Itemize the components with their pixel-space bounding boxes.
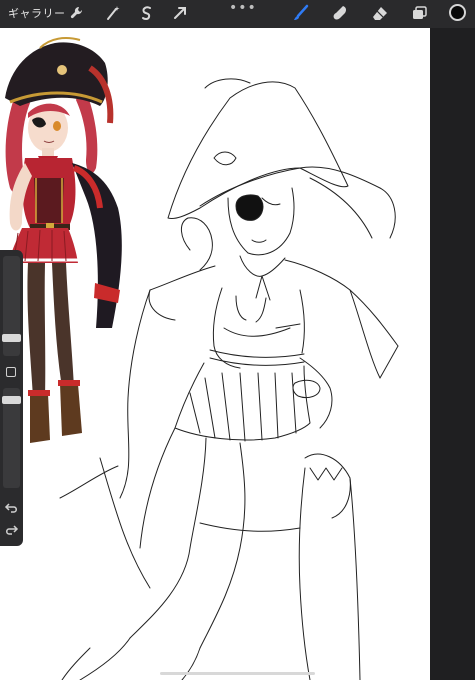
brush-size-slider[interactable] [2, 256, 21, 356]
opacity-slider[interactable] [2, 388, 21, 488]
gallery-button[interactable]: ギャラリー [8, 5, 66, 21]
undo-icon [4, 503, 17, 513]
transform-arrow-icon[interactable] [171, 4, 189, 22]
eraser-icon[interactable] [371, 4, 389, 22]
top-toolbar: ギャラリー ••• [0, 0, 475, 28]
selection-icon[interactable] [138, 4, 156, 22]
layers-icon[interactable] [410, 4, 428, 22]
color-picker-swatch[interactable] [449, 4, 466, 21]
brush-icon[interactable] [292, 4, 310, 22]
modify-button[interactable] [6, 367, 16, 377]
redo-button[interactable] [4, 524, 19, 536]
wrench-icon[interactable] [68, 4, 86, 22]
magic-wand-icon[interactable] [104, 4, 122, 22]
redo-icon [6, 525, 19, 535]
canvas-margin [430, 28, 475, 680]
brush-size-thumb[interactable] [2, 334, 21, 342]
left-sidebar [0, 250, 23, 546]
home-indicator [160, 672, 315, 675]
smudge-icon[interactable] [331, 4, 349, 22]
more-options[interactable]: ••• [229, 0, 257, 16]
opacity-thumb[interactable] [2, 396, 21, 404]
undo-button[interactable] [4, 502, 19, 514]
